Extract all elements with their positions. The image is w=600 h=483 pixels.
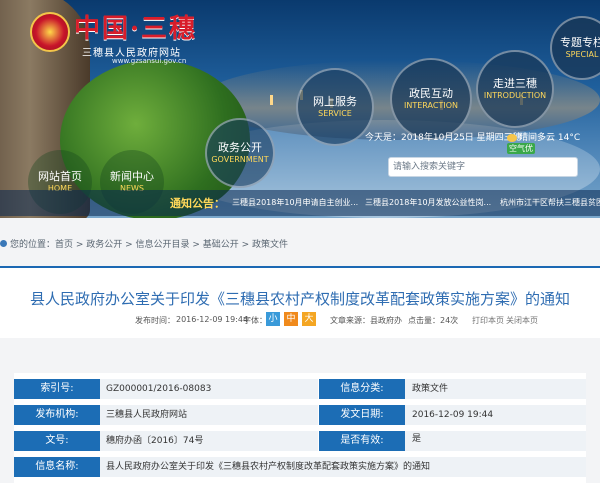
font-small-button[interactable]: 小 bbox=[266, 312, 280, 326]
article-meta: 发布时间： 2016-12-09 19:44 字体： 小 中 大 文章来源： 县… bbox=[0, 312, 600, 330]
views-value: 24次 bbox=[440, 316, 459, 325]
nav-government-label: 政务公开 bbox=[218, 141, 262, 154]
issue-date-label: 发文日期: bbox=[319, 405, 405, 425]
weather-text: 晴间多云 14°C bbox=[519, 133, 581, 143]
nav-introduction-en: INTRODUCTION bbox=[483, 91, 547, 100]
weather-cloud-icon bbox=[507, 133, 517, 142]
views-label: 点击量： bbox=[408, 316, 440, 325]
notice-item[interactable]: 杭州市江干区帮扶三穗县贫困 bbox=[500, 197, 600, 208]
notice-item[interactable]: 三穗县2018年10月发放公益性岗... bbox=[365, 197, 491, 208]
index-value: GZ000001/2016-08083 bbox=[106, 384, 212, 394]
nav-special-label: 专题专栏 bbox=[560, 36, 600, 49]
breadcrumb: 您的位置：首页 > 政务公开 > 信息公开目录 > 基础公开 > 政策文件 bbox=[0, 232, 600, 252]
publish-time: 2016-12-09 19:44 bbox=[176, 315, 249, 324]
air-quality-badge: 空气优 bbox=[507, 143, 535, 154]
font-large-button[interactable]: 大 bbox=[302, 312, 316, 326]
category-value: 政策文件 bbox=[412, 384, 449, 394]
info-table: 索引号: GZ000001/2016-08083 信息分类: 政策文件 发布机构… bbox=[14, 373, 586, 483]
article-title: 县人民政府办公室关于印发《三穗县农村产权制度改革配套政策实施方案》的通知 bbox=[29, 290, 570, 308]
search-input[interactable]: 请输入搜索关键字 bbox=[388, 157, 578, 177]
location-icon bbox=[0, 240, 7, 247]
current-date: 今天是：2018年10月25日 星期四三穗 bbox=[365, 133, 522, 143]
document-number-label: 文号: bbox=[14, 431, 100, 451]
notice-label: 通知公告： bbox=[170, 197, 225, 210]
print-link[interactable]: 打印本页 bbox=[472, 315, 504, 326]
category-label: 信息分类: bbox=[319, 379, 405, 399]
nav-introduction[interactable]: 走进三穗 INTRODUCTION bbox=[476, 50, 554, 128]
source-label: 文章来源： bbox=[330, 316, 370, 325]
source-value: 县政府办 bbox=[370, 316, 402, 325]
nav-introduction-label: 走进三穗 bbox=[493, 77, 537, 90]
nav-home-label: 网站首页 bbox=[38, 170, 82, 183]
nav-service-label: 网上服务 bbox=[313, 95, 357, 108]
font-size-label: 字体： bbox=[243, 316, 267, 325]
document-number-value: 穗府办函〔2016〕74号 bbox=[106, 436, 204, 446]
publish-time-label: 发布时间： bbox=[135, 316, 175, 325]
info-name-label: 信息名称: bbox=[14, 457, 100, 477]
validity-label: 是否有效: bbox=[319, 431, 405, 451]
nav-news-label: 新闻中心 bbox=[110, 170, 154, 183]
nav-government-en: GOVERNMENT bbox=[211, 155, 269, 164]
nav-interaction-en: INTERACTION bbox=[404, 101, 458, 110]
organization-value: 三穗县人民政府网站 bbox=[106, 410, 188, 420]
nav-interaction-label: 政民互动 bbox=[409, 87, 453, 100]
nav-government[interactable]: 政务公开 GOVERNMENT bbox=[205, 118, 275, 188]
font-medium-button[interactable]: 中 bbox=[284, 312, 298, 326]
close-link[interactable]: 关闭本页 bbox=[506, 315, 538, 326]
notice-item[interactable]: 三穗县2018年10月申请自主创业... bbox=[232, 197, 358, 208]
organization-label: 发布机构: bbox=[14, 405, 100, 425]
nav-service-en: SERVICE bbox=[318, 109, 352, 118]
validity-value: 是 bbox=[412, 434, 422, 444]
info-bar: 今天是：2018年10月25日 星期四三穗 晴间多云 14°C 空气优 bbox=[355, 128, 600, 154]
index-label: 索引号: bbox=[14, 379, 100, 399]
site-logo-url: www.gzsansui.gov.cn bbox=[112, 57, 187, 65]
national-emblem-icon bbox=[30, 12, 70, 52]
weather-widget: 晴间多云 14°C 空气优 bbox=[507, 130, 600, 154]
site-logo-title[interactable]: 中国·三穗 bbox=[74, 8, 197, 45]
info-name-value: 县人民政府办公室关于印发《三穗县农村产权制度改革配套政策实施方案》的通知 bbox=[106, 462, 431, 472]
nav-special-en: SPECIAL bbox=[565, 50, 599, 59]
breadcrumb-text[interactable]: 您的位置：首页 > 政务公开 > 信息公开目录 > 基础公开 > 政策文件 bbox=[10, 237, 288, 250]
issue-date-value: 2016-12-09 19:44 bbox=[412, 410, 494, 420]
